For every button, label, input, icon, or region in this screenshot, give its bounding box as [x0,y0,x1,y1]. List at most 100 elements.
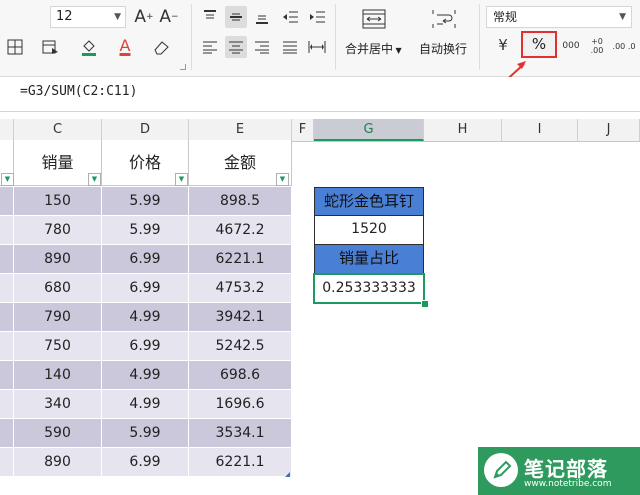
table-cell[interactable]: 680 [14,274,102,303]
filter-dropdown-icon[interactable]: ▼ [88,173,101,186]
merge-center-button[interactable]: 合并居中 ▼ [345,40,402,57]
table-cell[interactable]: 6221.1 [189,448,292,477]
table-cell[interactable] [0,332,14,361]
table-cell[interactable] [0,390,14,419]
column-header-d[interactable]: D [102,119,189,141]
table-cell[interactable]: 4.99 [102,303,189,332]
increase-font-size-button[interactable]: A + [133,6,155,28]
clear-button[interactable] [150,36,172,58]
table-cell[interactable]: 790 [14,303,102,332]
align-center-icon [229,41,243,54]
font-color-button[interactable]: A [114,34,136,56]
table-cell[interactable]: 698.6 [189,361,292,390]
table-cell[interactable] [0,216,14,245]
table-cell[interactable]: 6.99 [102,245,189,274]
table-cell[interactable] [0,274,14,303]
justify-button[interactable] [279,36,301,58]
table-cell[interactable] [0,419,14,448]
table-cell[interactable]: 5.99 [102,216,189,245]
borders-button[interactable] [4,36,26,58]
filter-dropdown-icon[interactable]: ▼ [175,173,188,186]
column-header-c[interactable]: C [14,119,102,141]
conditional-format-button[interactable] [40,36,62,58]
table-cell[interactable] [0,361,14,390]
decrease-decimal-button[interactable]: .00 .0 [610,35,638,57]
align-left-button[interactable] [199,36,221,58]
outdent-icon [283,11,298,23]
header-amount-label: 金额 [223,153,256,172]
table-cell[interactable] [0,245,14,274]
table-cell[interactable]: 3534.1 [189,419,292,448]
decrease-indent-button[interactable] [279,6,301,28]
number-format-select[interactable]: 常规 ▼ [486,6,632,28]
table-cell[interactable]: 5.99 [102,187,189,216]
table-cell[interactable]: 6.99 [102,448,189,477]
table-cell[interactable]: 4672.2 [189,216,292,245]
font-size-select[interactable]: 12 ▼ [50,6,126,28]
filter-dropdown-icon[interactable]: ▼ [1,173,14,186]
table-cell[interactable] [0,303,14,332]
fill-color-button[interactable] [78,36,100,58]
table-cell[interactable]: 4753.2 [189,274,292,303]
table-cell[interactable]: 5242.5 [189,332,292,361]
cell-g2-product[interactable]: 蛇形金色耳钉 [314,187,424,216]
decrease-decimal-icon: .00 .0 [612,41,636,51]
table-row: 890 6.99 6221.1 [0,245,292,274]
table-cell[interactable]: 890 [14,245,102,274]
align-middle-button[interactable] [225,6,247,28]
table-cell[interactable]: 780 [14,216,102,245]
font-group-launcher[interactable] [180,64,186,70]
currency-button[interactable]: ¥ [492,34,514,56]
table-cell[interactable]: 6.99 [102,332,189,361]
watermark-title: 笔记部落 [524,457,608,481]
table-cell[interactable]: 3942.1 [189,303,292,332]
table-cell[interactable] [0,187,14,216]
increase-indent-button[interactable] [306,6,328,28]
cell-g4-ratio-label[interactable]: 销量占比 [314,245,424,274]
table-cell[interactable]: 750 [14,332,102,361]
wrap-text-icon [432,10,456,28]
table-resize-handle-icon[interactable] [285,472,290,477]
align-top-button[interactable] [199,6,221,28]
table-row: 590 5.99 3534.1 [0,419,292,448]
cell-g3-sales[interactable]: 1520 [314,216,424,245]
percent-style-button[interactable]: % [521,31,557,58]
column-header-e[interactable]: E [189,119,292,141]
table-cell[interactable]: 5.99 [102,419,189,448]
table-cell[interactable] [0,448,14,477]
column-header-j[interactable]: J [578,119,640,141]
filter-dropdown-icon[interactable]: ▼ [276,173,289,186]
column-header-h[interactable]: H [424,119,502,141]
chevron-down-icon: ▼ [114,12,121,22]
distribute-button[interactable] [306,36,328,58]
column-header-g[interactable]: G [314,119,424,141]
table-cell[interactable]: 150 [14,187,102,216]
column-header-f[interactable]: F [292,119,314,141]
table-cell[interactable]: 898.5 [189,187,292,216]
chevron-down-icon: ▼ [619,12,626,22]
wrap-text-button[interactable]: 自动换行 [419,40,467,57]
merge-center-icon-button[interactable] [361,6,387,32]
column-header-b[interactable] [0,119,14,141]
formula-bar[interactable]: =G3/SUM(C2:C11) [0,77,640,112]
table-cell[interactable]: 590 [14,419,102,448]
fill-handle[interactable] [421,300,429,308]
align-bottom-button[interactable] [251,6,273,28]
table-cell[interactable]: 140 [14,361,102,390]
increase-decimal-button[interactable]: +0 .00 [584,35,610,57]
table-cell[interactable]: 6221.1 [189,245,292,274]
table-cell[interactable]: 6.99 [102,274,189,303]
decrease-font-size-button[interactable]: A − [158,6,180,28]
table-cell[interactable]: 4.99 [102,361,189,390]
cell-g5-ratio-value-selected[interactable]: 0.253333333 [313,273,425,304]
align-top-icon [204,10,216,19]
table-cell[interactable]: 1696.6 [189,390,292,419]
thousands-separator-button[interactable]: 000 [558,35,584,57]
wrap-text-icon-button[interactable] [431,6,457,32]
align-right-button[interactable] [251,36,273,58]
table-cell[interactable]: 890 [14,448,102,477]
column-header-i[interactable]: I [502,119,578,141]
table-cell[interactable]: 4.99 [102,390,189,419]
table-cell[interactable]: 340 [14,390,102,419]
align-center-button[interactable] [225,36,247,58]
